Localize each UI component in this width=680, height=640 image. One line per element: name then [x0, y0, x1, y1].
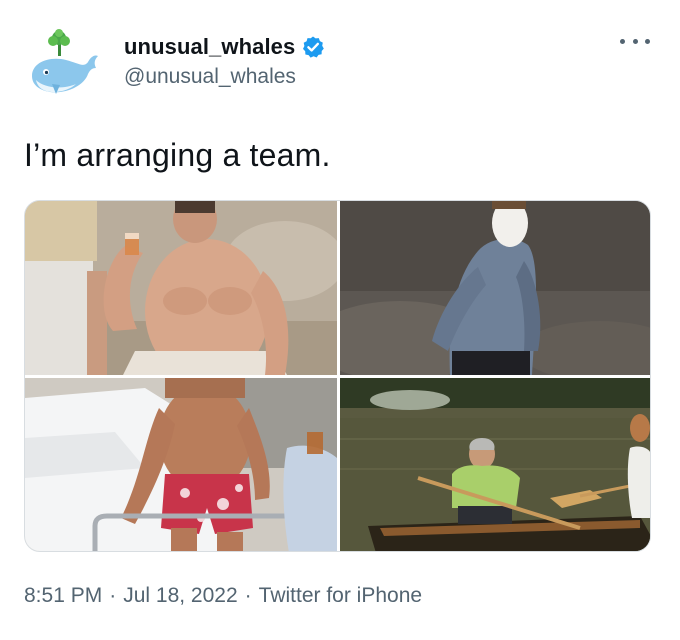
display-name[interactable]: unusual_whales: [124, 34, 295, 60]
more-options-icon[interactable]: [620, 34, 650, 48]
tweet-source[interactable]: Twitter for iPhone: [259, 584, 422, 608]
media-photo-3[interactable]: [25, 378, 337, 551]
media-grid: [24, 200, 651, 552]
tweet-meta: 8:51 PM · Jul 18, 2022 · Twitter for iPh…: [24, 584, 422, 608]
tweet-date[interactable]: Jul 18, 2022: [123, 584, 237, 608]
tweet-text: I’m arranging a team.: [24, 137, 331, 173]
tweet-time[interactable]: 8:51 PM: [24, 584, 102, 608]
media-photo-1[interactable]: [25, 201, 337, 375]
dot: [632, 38, 638, 44]
verified-badge-icon: [301, 35, 325, 59]
tweet-card: unusual_whales @unusual_whales I’m arran…: [0, 0, 680, 640]
whale-logo-icon: [32, 29, 98, 94]
media-photo-4[interactable]: [340, 378, 650, 551]
separator: ·: [244, 584, 252, 607]
dot: [620, 38, 625, 44]
separator: ·: [109, 584, 117, 607]
media-photo-2[interactable]: [340, 201, 650, 375]
dot: [645, 38, 650, 44]
author-info: unusual_whales @unusual_whales: [124, 32, 325, 89]
user-handle[interactable]: @unusual_whales: [124, 65, 325, 89]
name-row: unusual_whales: [124, 32, 325, 62]
avatar[interactable]: [22, 24, 102, 104]
